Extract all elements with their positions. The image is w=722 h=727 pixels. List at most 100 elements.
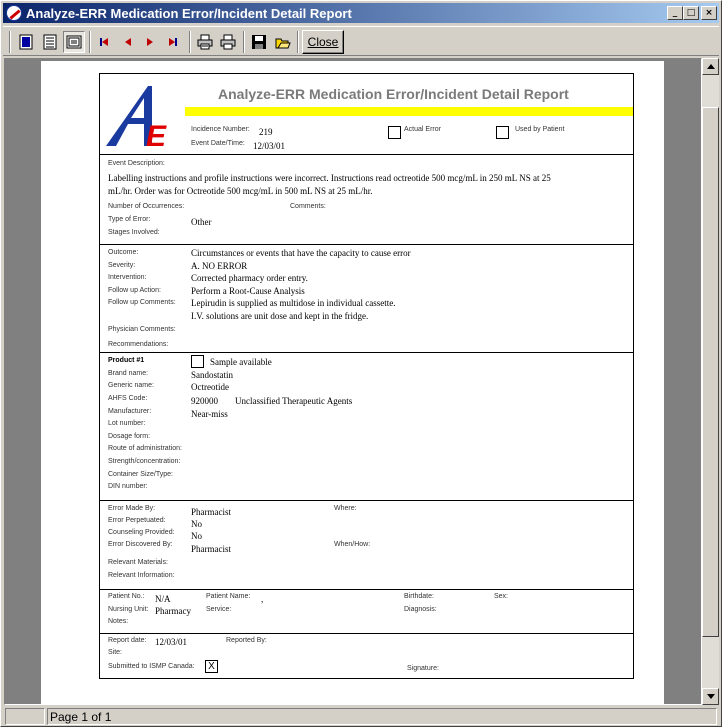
event-date-label: Event Date/Time: [191, 140, 245, 147]
when-how-label: When/How: [334, 541, 371, 548]
incidence-number-label: Incidence Number: [191, 126, 250, 133]
generic-name-label: Generic name: [108, 382, 154, 389]
stages-involved-label: Stages Involved: [108, 229, 160, 236]
service-label: Service: [206, 606, 232, 613]
recommendations-label: Recommendations: [108, 341, 169, 348]
where-label: Where: [334, 505, 357, 512]
nursing-unit-value: Pharmacy [155, 606, 191, 616]
scroll-down-button[interactable] [702, 688, 719, 705]
dosage-form-label: Dosage form: [108, 433, 151, 440]
used-by-patient-checkbox [496, 126, 509, 139]
outcome-value: Circumstances or events that have the ca… [191, 248, 411, 258]
status-bar: Page 1 of 1 [3, 707, 719, 726]
occurrences-label: Number of Occurrences: [108, 203, 185, 210]
close-report-button[interactable]: Close [302, 30, 344, 54]
diagnosis-label: Diagnosis: [404, 606, 437, 613]
page-width-button[interactable] [63, 31, 85, 53]
notes-label: Notes: [108, 618, 129, 625]
save-button[interactable] [248, 31, 270, 53]
follow-up-comments-line2: I.V. solutions are unit dose and kept in… [191, 311, 369, 321]
single-page-button[interactable] [15, 31, 37, 53]
next-page-button[interactable] [139, 31, 161, 53]
svg-text:E: E [146, 120, 167, 150]
print-button[interactable] [217, 31, 239, 53]
toolbar: Close [3, 26, 719, 56]
error-made-by-label: Error Made By: [108, 505, 156, 512]
error-perpetuated-value: No [191, 519, 202, 529]
toolbar-separator [243, 31, 245, 53]
outcome-section: Outcome: Circumstances or events that ha… [100, 244, 633, 352]
patient-no-value: N/A [155, 594, 171, 604]
analyze-err-logo: E [106, 86, 167, 150]
severity-value: A. NO ERROR [191, 261, 248, 271]
toolbar-separator [89, 31, 91, 53]
error-discovered-value: Pharmacist [191, 544, 231, 554]
event-description-line2: mL/hr. Order was for Octreotide 500 mcg/… [108, 186, 373, 196]
report-title: Analyze-ERR Medication Error/Incident De… [218, 86, 569, 102]
comments-label: Comments: [290, 203, 326, 210]
counseling-value: No [191, 531, 202, 541]
scroll-up-button[interactable] [702, 58, 719, 75]
vertical-scrollbar[interactable] [702, 58, 719, 705]
relevant-materials-label: Relevant Materials: [108, 559, 168, 566]
open-icon [275, 38, 291, 49]
last-page-icon [169, 38, 177, 46]
close-window-button[interactable]: × [701, 6, 717, 20]
sample-available-label: Sample available [210, 357, 272, 367]
brand-name-value: Sandostatin [191, 370, 233, 380]
counseling-label: Counseling Provided: [108, 529, 175, 536]
follow-up-comments-label: Follow up Comments: [108, 299, 176, 306]
prev-page-button[interactable] [117, 31, 139, 53]
scroll-thumb[interactable] [702, 107, 719, 637]
last-page-button[interactable] [162, 31, 184, 53]
brand-name-label: Brand name: [108, 370, 149, 377]
ahfs-code-label: AHFS Code: [108, 395, 148, 402]
event-date-value: 12/03/01 [253, 141, 286, 151]
actual-error-label: Actual Error [404, 126, 441, 133]
patient-name-label: Patient Name: [206, 593, 251, 600]
report-date-label: Report date: [108, 637, 147, 644]
type-of-error-value: Other [191, 217, 212, 227]
toolbar-separator [297, 31, 299, 53]
maximize-button[interactable]: □ [683, 6, 699, 20]
sample-available-checkbox [191, 355, 204, 368]
toolbar-separator [189, 31, 191, 53]
print-setup-button[interactable] [194, 31, 216, 53]
first-page-button[interactable] [93, 31, 115, 53]
arrow-up-icon [706, 64, 715, 69]
follow-up-comments-line1: Lepirudin is supplied as multidose in in… [191, 298, 396, 308]
manufacturer-value: Near-miss [191, 409, 228, 419]
severity-label: Severity: [108, 262, 136, 269]
follow-up-action-value: Perform a Root-Cause Analysis [191, 286, 305, 296]
route-label: Route of administration: [108, 445, 182, 452]
submitted-ismp-label: Submitted to ISMP Canada: [108, 663, 195, 670]
first-page-icon [100, 38, 108, 46]
outcome-label: Outcome: [108, 249, 139, 256]
birthdate-label: Birthdate: [404, 593, 434, 600]
din-number-label: DIN number: [108, 483, 148, 490]
next-page-icon [147, 38, 153, 46]
status-panel-empty [5, 708, 45, 725]
report-footer: Report date: 12/03/01 Reported By: Site:… [100, 633, 633, 678]
patient-no-label: Patient No.: [108, 593, 145, 600]
submitted-ismp-checkbox: X [205, 660, 218, 673]
product-section: Product #1 Sample available Brand name: … [100, 352, 633, 500]
signature-label: Signature: [407, 665, 439, 672]
minimize-button[interactable]: _ [667, 6, 683, 20]
title-bar[interactable]: Analyze-ERR Medication Error/Incident De… [3, 3, 719, 23]
incidence-number-value: 219 [259, 127, 273, 137]
follow-up-action-label: Follow up Action: [108, 287, 161, 294]
multi-page-button[interactable] [39, 31, 61, 53]
error-made-by-value: Pharmacist [191, 507, 231, 517]
open-button[interactable] [272, 31, 294, 53]
event-description-line1: Labelling instructions and profile instr… [108, 173, 551, 183]
intervention-label: Intervention: [108, 274, 147, 281]
ahfs-code-value: 920000 [191, 396, 218, 406]
page-width-icon [66, 35, 82, 49]
lot-number-label: Lot number: [108, 420, 146, 427]
page-indicator: Page 1 of 1 [47, 708, 717, 725]
error-perpetuated-label: Error Perpetuated: [108, 517, 166, 524]
title-underline-bar [185, 107, 633, 116]
window-title: Analyze-ERR Medication Error/Incident De… [26, 5, 352, 21]
error-discovered-label: Error Discovered By: [108, 541, 173, 548]
